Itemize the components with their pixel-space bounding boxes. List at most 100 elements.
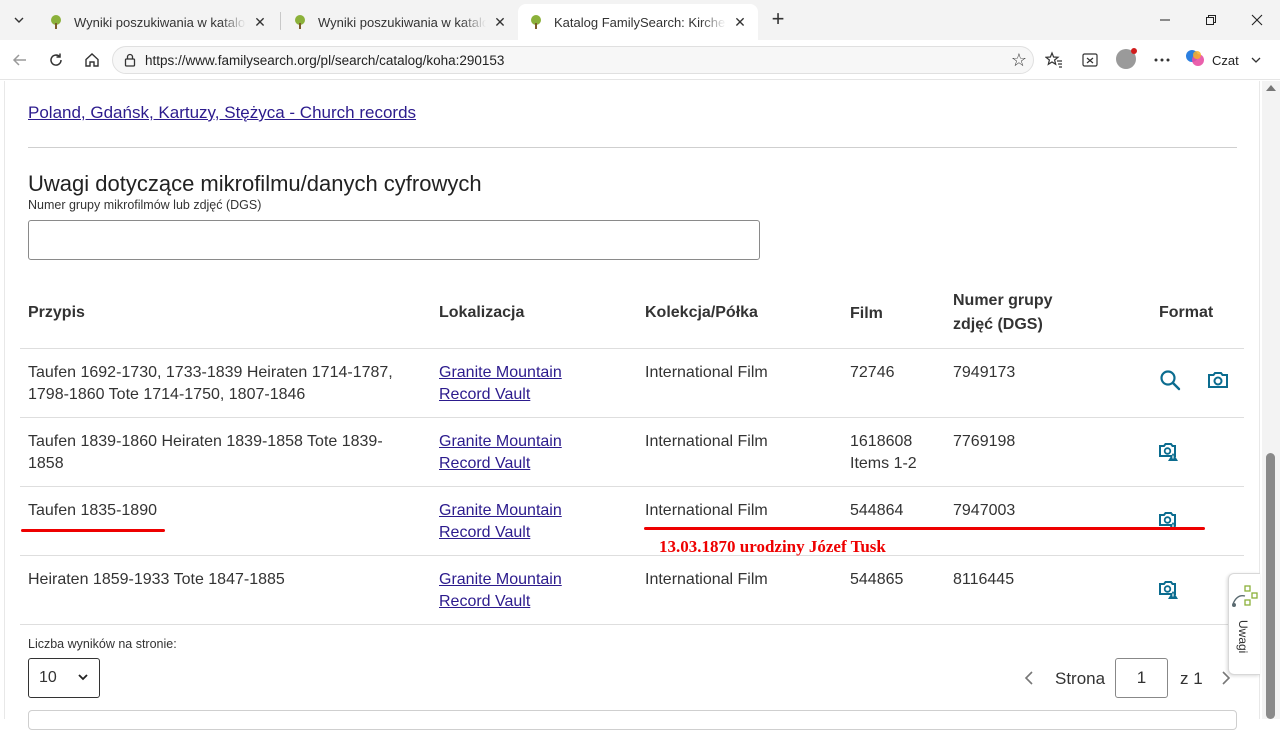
next-section-box [28, 710, 1237, 730]
header-note: Przypis [28, 304, 85, 321]
address-toolbar: https://www.familysearch.org/pl/search/c… [0, 40, 1280, 80]
header-dgs-line2: zdjęć (DGS) [953, 316, 1043, 333]
new-tab-plus-icon[interactable]: + [766, 8, 790, 32]
camera-restricted-icon[interactable] [1158, 440, 1182, 464]
table-header: Przypis Lokalizacja Kolekcja/Półka Film … [20, 281, 1244, 349]
location-link[interactable]: Granite Mountain Record Vault [439, 431, 562, 475]
refresh-icon[interactable] [44, 48, 68, 72]
note-line: Heiraten 1859-1933 Tote 1847-1885 [28, 571, 285, 588]
location-line: Record Vault [439, 455, 531, 472]
close-window-icon[interactable] [1234, 0, 1280, 40]
location-line: Granite Mountain [439, 433, 562, 450]
per-page-label: Liczba wyników na stronie: [28, 637, 177, 651]
search-icon[interactable] [1158, 368, 1182, 392]
film-number: 544864 [850, 502, 904, 519]
note-line: Taufen 1835-1890 [28, 502, 157, 519]
dgs-cell: 8116445 [953, 571, 1015, 588]
divider [28, 147, 1237, 148]
notification-dot [1131, 48, 1137, 54]
chevron-down-icon [1251, 57, 1261, 63]
previous-page-icon[interactable] [1020, 669, 1038, 687]
camera-icon[interactable] [1206, 368, 1230, 392]
copilot-label: Czat [1212, 52, 1239, 68]
film-number: 1618608 [850, 433, 913, 450]
annotation-underline [644, 527, 1205, 530]
annotation-underline [21, 529, 165, 532]
camera-restricted-icon[interactable] [1158, 578, 1182, 602]
table-row: Taufen 1835-1890 Granite Mountain Record… [20, 487, 1244, 556]
familysearch-tree-icon [528, 14, 544, 30]
close-tab-icon[interactable]: ✕ [732, 14, 748, 30]
location-link[interactable]: Granite Mountain Record Vault [439, 362, 562, 406]
collection-cell: International Film [645, 433, 768, 450]
film-items: Items 1-2 [850, 455, 917, 472]
feedback-tree-icon [1232, 585, 1258, 607]
feedback-label: Uwagi [1236, 620, 1250, 654]
scroll-thumb[interactable] [1266, 453, 1275, 719]
tab-strip: Wyniki poszukiwania w katalogu d ✕ Wynik… [0, 0, 1280, 40]
page-label: Strona [1055, 669, 1106, 688]
catalog-page: Poland, Gdańsk, Kartuzy, Stężyca - Churc… [0, 81, 1262, 730]
note-cell: Taufen 1692-1730, 1733-1839 Heiraten 171… [28, 362, 393, 406]
dgs-cell: 7949173 [953, 364, 1016, 381]
film-cell: 544864 [850, 500, 903, 522]
collection-cell: International Film [645, 571, 768, 588]
tab-divider [280, 12, 281, 30]
header-format: Format [1159, 304, 1214, 321]
lock-icon[interactable] [123, 53, 137, 67]
browser-tab-2[interactable]: Wyniki poszukiwania w katalogu d ✕ [282, 4, 518, 40]
film-cell: 544865 [850, 569, 903, 591]
tab-title: Wyniki poszukiwania w katalogu d [74, 14, 246, 30]
tab-title: Katalog FamilySearch: Kirchenbuch [554, 14, 726, 30]
note-line: Taufen 1692-1730, 1733-1839 Heiraten 171… [28, 364, 393, 381]
film-number: 72746 [850, 364, 895, 381]
location-link[interactable]: Granite Mountain Record Vault [439, 569, 562, 613]
browser-tab-1[interactable]: Wyniki poszukiwania w katalogu d ✕ [38, 4, 278, 40]
header-dgs-line1: Numer grupy [953, 292, 1053, 309]
back-arrow-icon[interactable] [8, 48, 32, 72]
copilot-chat-button[interactable]: Czat [1184, 46, 1274, 74]
per-page-select[interactable]: 10 [28, 658, 100, 698]
note-line: 1858 [28, 455, 64, 472]
scroll-up-arrow-icon[interactable] [1266, 85, 1276, 91]
copilot-icon [1184, 47, 1206, 74]
table-row: Taufen 1839-1860 Heiraten 1839-1858 Tote… [20, 418, 1244, 487]
favorites-list-icon[interactable] [1042, 48, 1066, 72]
note-line: 1798-1860 Tote 1714-1750, 1807-1846 [28, 386, 306, 403]
note-cell: Heiraten 1859-1933 Tote 1847-1885 [28, 569, 285, 591]
related-records-link[interactable]: Poland, Gdańsk, Kartuzy, Stężyca - Churc… [28, 103, 416, 123]
header-collection: Kolekcja/Półka [645, 304, 758, 321]
more-options-icon[interactable] [1150, 48, 1174, 72]
header-film: Film [850, 305, 883, 322]
table-row: Heiraten 1859-1933 Tote 1847-1885 Granit… [20, 556, 1244, 625]
browser-tab-3-active[interactable]: Katalog FamilySearch: Kirchenbuch ✕ [518, 4, 758, 40]
note-cell: Taufen 1839-1860 Heiraten 1839-1858 Tote… [28, 431, 383, 475]
film-cell: 72746 [850, 362, 895, 384]
page-number-input[interactable]: 1 [1115, 658, 1168, 698]
collection-cell: International Film [645, 364, 768, 381]
screenshot-icon[interactable] [1078, 48, 1102, 72]
close-tab-icon[interactable]: ✕ [252, 14, 268, 30]
dgs-filter-input[interactable] [28, 220, 760, 260]
minimize-icon[interactable] [1142, 0, 1188, 40]
favorite-star-icon[interactable]: ☆ [1011, 50, 1027, 71]
collection-cell: International Film [645, 502, 768, 519]
location-line: Record Vault [439, 593, 531, 610]
feedback-tab[interactable]: Uwagi [1228, 573, 1260, 675]
restore-icon[interactable] [1188, 0, 1234, 40]
note-line: Taufen 1839-1860 Heiraten 1839-1858 Tote… [28, 433, 383, 450]
tab-actions-menu-icon[interactable] [6, 8, 32, 32]
home-icon[interactable] [80, 48, 104, 72]
location-line: Granite Mountain [439, 502, 562, 519]
location-line: Granite Mountain [439, 571, 562, 588]
close-tab-icon[interactable]: ✕ [492, 14, 508, 30]
chevron-down-icon [78, 674, 88, 681]
url-text: https://www.familysearch.org/pl/search/c… [145, 53, 505, 68]
address-field[interactable]: https://www.familysearch.org/pl/search/c… [112, 46, 1034, 74]
location-link[interactable]: Granite Mountain Record Vault [439, 500, 562, 544]
note-cell: Taufen 1835-1890 [28, 500, 157, 522]
header-location: Lokalizacja [439, 304, 525, 321]
page-scrollbar[interactable] [1262, 81, 1280, 719]
table-row: Taufen 1692-1730, 1733-1839 Heiraten 171… [20, 349, 1244, 418]
location-line: Record Vault [439, 386, 531, 403]
